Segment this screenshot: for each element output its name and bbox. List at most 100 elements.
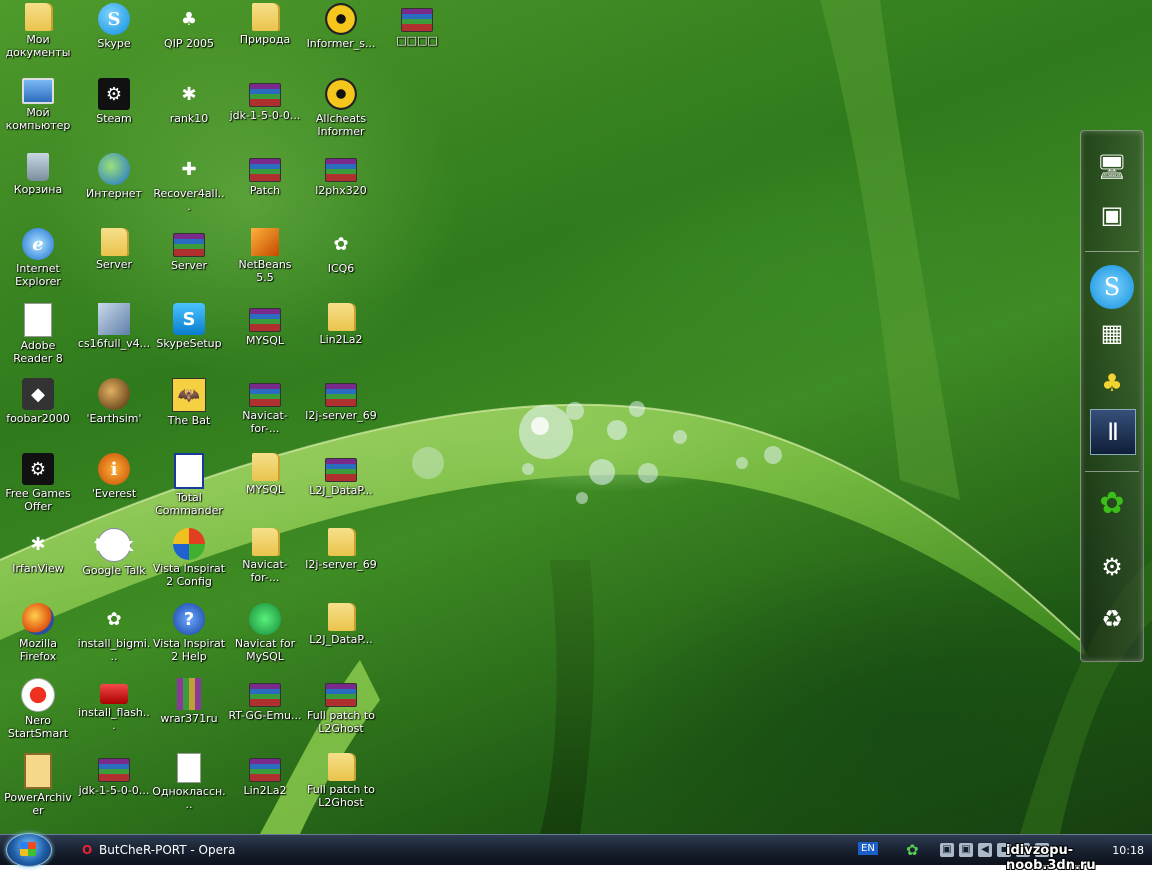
desktop-icon[interactable]: Server bbox=[151, 225, 227, 299]
rar-archive-icon bbox=[325, 158, 357, 182]
desktop-icon[interactable]: 🦇 The Bat bbox=[151, 375, 227, 449]
desktop-icon-label: Navicat-for-... bbox=[242, 558, 288, 584]
desktop-icon-label: PowerArchiver bbox=[4, 791, 72, 817]
splat-icon: ✱ bbox=[181, 83, 197, 105]
desktop-icon-label: Мой компьютер bbox=[5, 106, 71, 132]
desktop-icon[interactable]: Informer_s... bbox=[303, 0, 379, 74]
navicat-icon bbox=[249, 603, 281, 635]
desktop-icon[interactable]: Full patch to L2Ghost bbox=[303, 750, 379, 824]
window-frame-icon[interactable]: ▣ bbox=[1090, 193, 1134, 237]
desktop-icon[interactable]: ⚙ Steam bbox=[76, 75, 152, 149]
desktop-icon[interactable]: S Skype bbox=[76, 0, 152, 74]
rar-archive-icon bbox=[249, 383, 281, 407]
skype-icon: S bbox=[98, 3, 130, 35]
desktop-icon[interactable]: Интернет bbox=[76, 150, 152, 224]
recycle-bin-icon bbox=[27, 153, 49, 181]
desktop-icon[interactable]: Lin2La2 bbox=[227, 750, 303, 824]
rar-archive-icon bbox=[249, 758, 281, 782]
desktop-icon-label: install_flash... bbox=[78, 706, 150, 732]
splat-icon: ✱ bbox=[30, 533, 46, 555]
desktop-icon[interactable]: 'Earthsim' bbox=[76, 375, 152, 449]
desktop-icon-label: Интернет bbox=[86, 187, 142, 200]
desktop-icon[interactable]: Lin2La2 bbox=[303, 300, 379, 374]
icq-tray-icon[interactable]: ✿ bbox=[906, 841, 919, 859]
desktop-icon[interactable]: L2J_DataP... bbox=[303, 600, 379, 674]
speaker-icon[interactable]: ◀ bbox=[978, 843, 992, 857]
desktop-icon[interactable]: Mozilla Firefox bbox=[0, 600, 76, 674]
icq-icon[interactable]: ✿ bbox=[1090, 481, 1134, 525]
desktop-icon[interactable]: PowerArchiver bbox=[0, 750, 76, 824]
desktop-icon[interactable]: L2J_DataP... bbox=[303, 450, 379, 524]
desktop-icon[interactable]: ♣ QIP 2005 bbox=[151, 0, 227, 74]
desktop-icon[interactable]: ⚙ Free Games Offer bbox=[0, 450, 76, 524]
desktop-icon[interactable]: ✱ rank10 bbox=[151, 75, 227, 149]
desktop-icon[interactable]: Navicat for MySQL bbox=[227, 600, 303, 674]
rar-archive-icon bbox=[325, 683, 357, 707]
netbeans-icon bbox=[251, 228, 279, 256]
desktop-icon[interactable]: NetBeans 5.5 bbox=[227, 225, 303, 299]
desktop-icon[interactable]: talk Google Talk bbox=[76, 525, 152, 599]
recycle-bin-icon[interactable]: ♻ bbox=[1090, 597, 1134, 641]
language-indicator[interactable]: EN bbox=[858, 842, 878, 855]
desktop-icon[interactable]: Allcheats Informer bbox=[303, 75, 379, 149]
desktop-icon[interactable]: MYSQL bbox=[227, 450, 303, 524]
desktop-icon[interactable]: □□□□ bbox=[379, 0, 455, 74]
desktop-icon[interactable]: S SkypeSetup bbox=[151, 300, 227, 374]
network-icon[interactable]: ▣ bbox=[940, 843, 954, 857]
gears-icon[interactable]: ⚙ bbox=[1090, 545, 1134, 589]
desktop-icon[interactable]: MYSQL bbox=[227, 300, 303, 374]
rar-archive-icon bbox=[249, 158, 281, 182]
photo-viewer-icon[interactable]: ▦ bbox=[1090, 311, 1134, 355]
folder-icon bbox=[101, 228, 127, 256]
desktop-icon-label: Server bbox=[170, 259, 208, 272]
desktop-icon[interactable]: ✱ IrfanView bbox=[0, 525, 76, 599]
desktop-icon[interactable]: e Internet Explorer bbox=[0, 225, 76, 299]
desktop-icon[interactable]: jdk-1-5-0-0... bbox=[76, 750, 152, 824]
desktop-icon[interactable]: Patch bbox=[227, 150, 303, 224]
desktop-icon[interactable]: RT-GG-Emu... bbox=[227, 675, 303, 749]
desktop-icon[interactable]: Корзина bbox=[0, 150, 76, 224]
desktop-icon[interactable]: Full patch to L2Ghost bbox=[303, 675, 379, 749]
desktop-icon[interactable]: A Adobe Reader 8 bbox=[0, 300, 76, 374]
cs-installer-icon bbox=[98, 303, 130, 335]
folder-icon bbox=[328, 303, 354, 331]
skype-icon[interactable]: S bbox=[1090, 265, 1134, 309]
desktop-icon-label: Google Talk bbox=[82, 564, 146, 577]
taskbar-item-opera[interactable]: O ButCheR-PORT - Opera bbox=[82, 839, 252, 861]
desktop-icon[interactable]: Мои документы bbox=[0, 0, 76, 74]
desktop-icon[interactable]: l2phx320 bbox=[303, 150, 379, 224]
desktop-icon[interactable]: i 'Everest bbox=[76, 450, 152, 524]
network-icon[interactable]: ▣ bbox=[959, 843, 973, 857]
desktop-icon[interactable]: Server bbox=[76, 225, 152, 299]
desktop-icon[interactable]: Одноклассн... bbox=[151, 750, 227, 824]
desktop-icon[interactable]: Мой компьютер bbox=[0, 75, 76, 149]
desktop-icon[interactable]: Vista Inspirat 2 Config bbox=[151, 525, 227, 599]
desktop-icon[interactable]: cs16full_v4... bbox=[76, 300, 152, 374]
desktop-icon[interactable]: Navicat-for-... bbox=[227, 375, 303, 449]
desktop-icon[interactable]: l2j-server_69 bbox=[303, 525, 379, 599]
everest-info-icon: i bbox=[98, 453, 130, 485]
foobar-icon: ◆ bbox=[22, 378, 54, 410]
lineage-icon[interactable]: Ⅱ bbox=[1090, 409, 1136, 455]
desktop-icon[interactable]: Navicat-for-... bbox=[227, 525, 303, 599]
desktop-icon[interactable]: wrar371ru bbox=[151, 675, 227, 749]
desktop-icon[interactable]: ▤ Total Commander bbox=[151, 450, 227, 524]
desktop-icon[interactable]: Природа bbox=[227, 0, 303, 74]
desktop-icon-label: Navicat for MySQL bbox=[234, 637, 296, 663]
adobe-reader-icon: A bbox=[24, 303, 52, 337]
start-button[interactable] bbox=[6, 833, 52, 867]
desktop-icon-label: wrar371ru bbox=[160, 712, 218, 725]
desktop-icon[interactable]: jdk-1-5-0-0... bbox=[227, 75, 303, 149]
desktop-icon[interactable]: l2j-server_69 bbox=[303, 375, 379, 449]
desktop-icon[interactable]: ✚ Recover4all... bbox=[151, 150, 227, 224]
steam-icon: ⚙ bbox=[98, 78, 130, 110]
desktop-icon[interactable]: ◆ foobar2000 bbox=[0, 375, 76, 449]
desktop-icon[interactable]: Nero StartSmart bbox=[0, 675, 76, 749]
desktop-icon[interactable]: ✿ install_bigmi... bbox=[76, 600, 152, 674]
desktop-icon[interactable]: install_flash... bbox=[76, 675, 152, 749]
desktop-icon[interactable]: ✿ ICQ6 bbox=[303, 225, 379, 299]
desktop-icon[interactable]: ? Vista Inspirat 2 Help bbox=[151, 600, 227, 674]
computer-icon[interactable]: 🖥 bbox=[1090, 145, 1134, 189]
google-talk-icon: talk bbox=[95, 528, 133, 562]
qip-icon[interactable]: ♣ bbox=[1090, 361, 1134, 405]
